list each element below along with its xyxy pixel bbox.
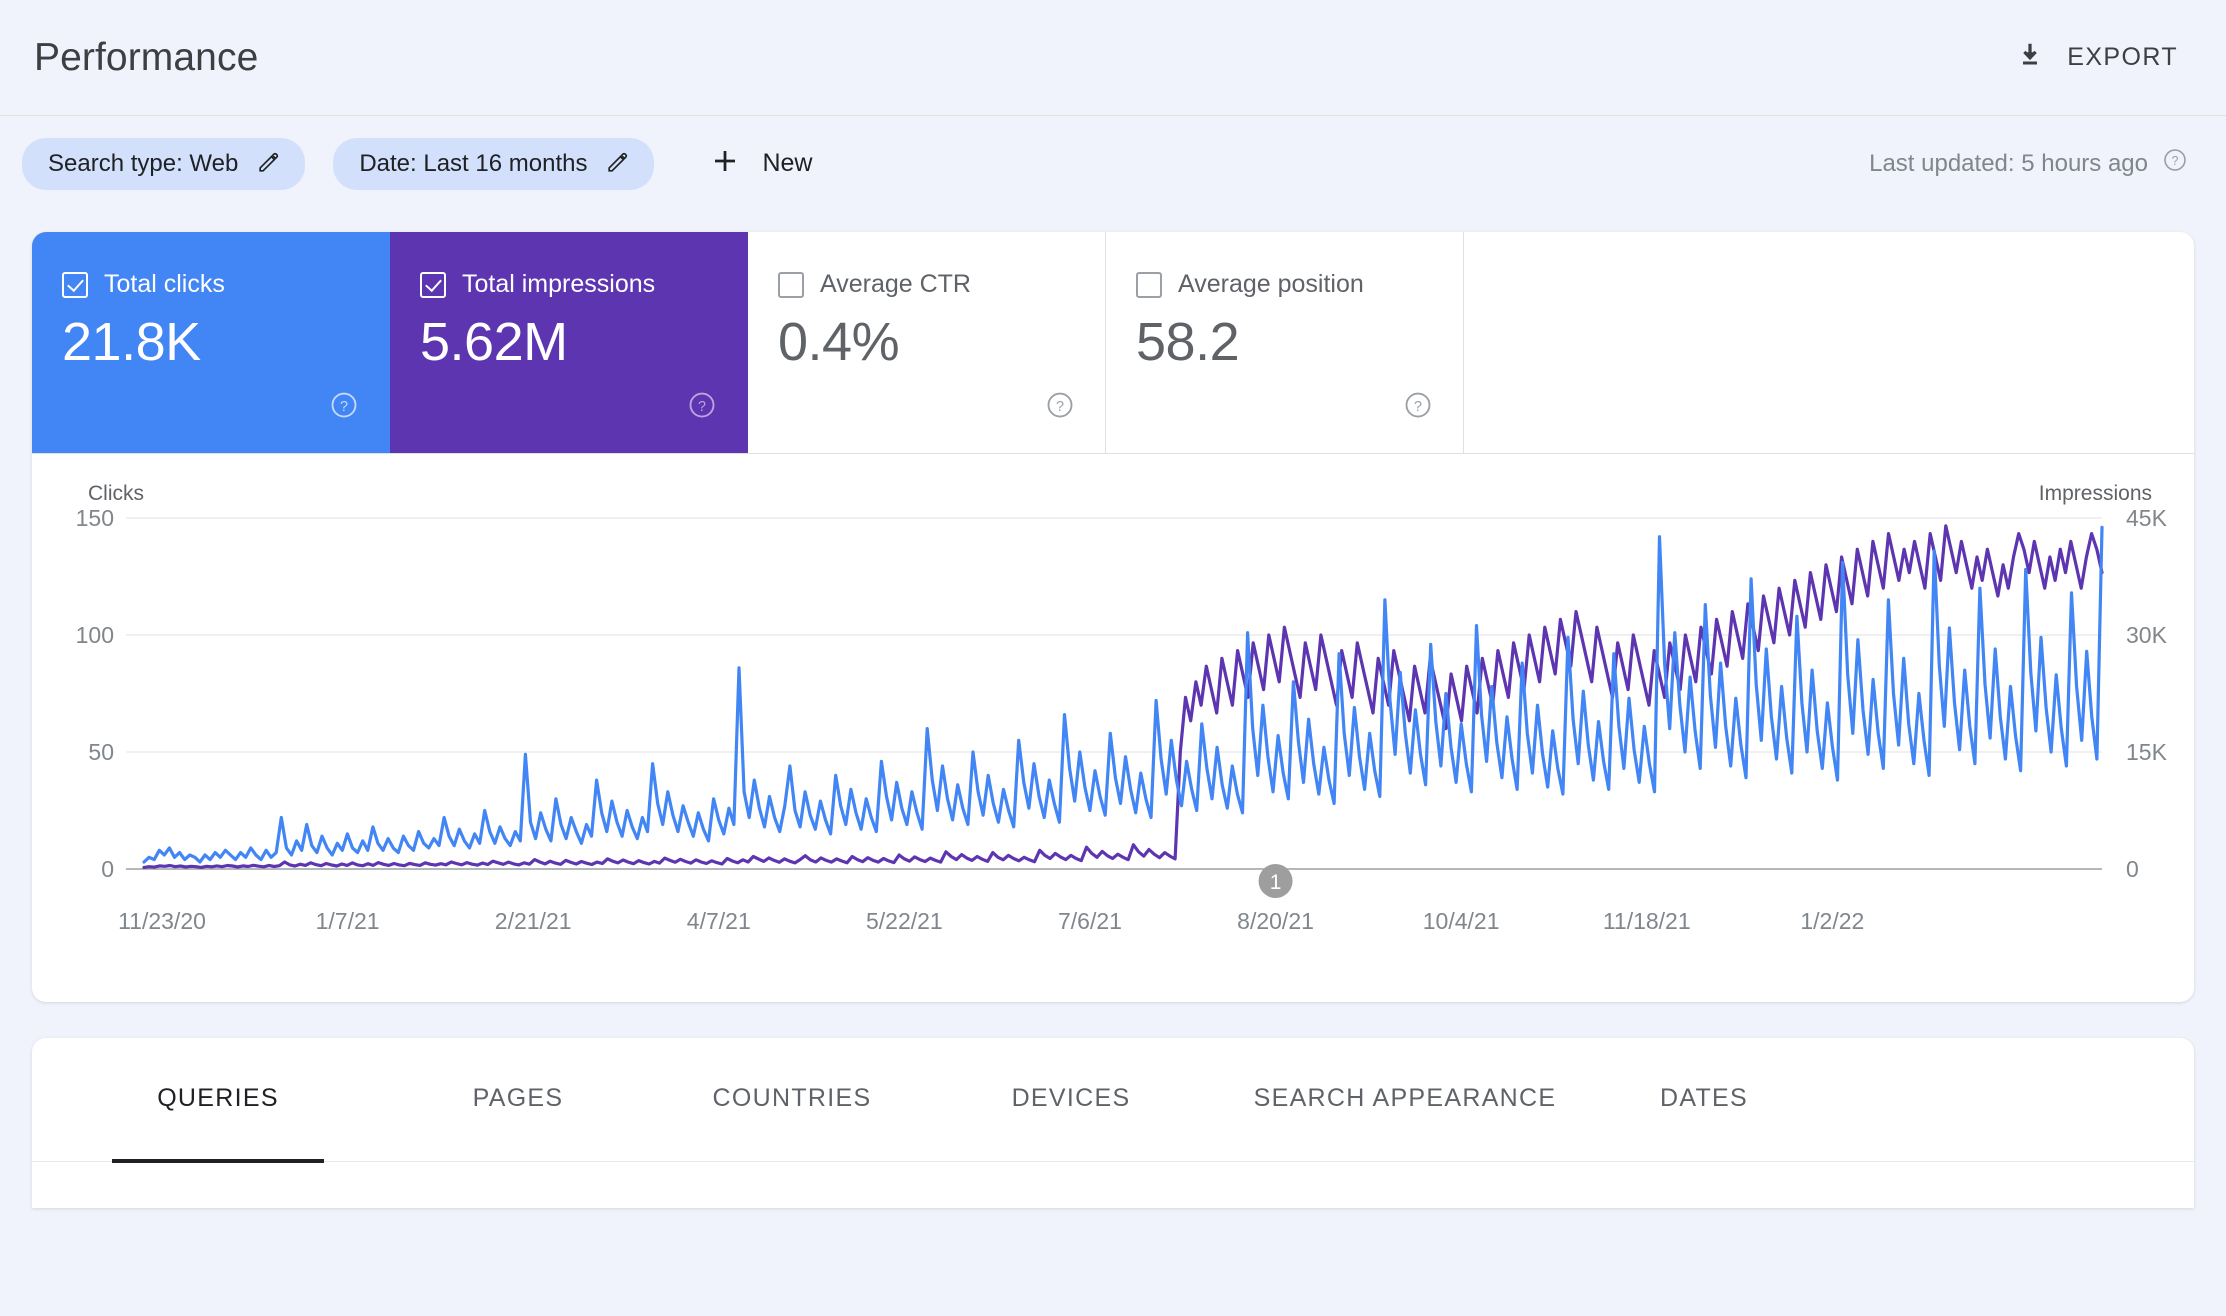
x-axis-tick: 2/21/21: [495, 908, 572, 934]
tab-devices[interactable]: DEVICES: [960, 1084, 1182, 1162]
y-axis-tick-left: 100: [76, 622, 114, 648]
metric-average-ctr-label: Average CTR: [820, 270, 971, 299]
x-axis-tick: 1/2/22: [1800, 908, 1864, 934]
help-circle-icon[interactable]: ?: [1403, 390, 1433, 425]
tab-search-appearance[interactable]: SEARCH APPEARANCE: [1260, 1084, 1550, 1162]
filter-chip-search-type[interactable]: Search type: Web: [22, 138, 305, 190]
metric-total-clicks-label: Total clicks: [104, 270, 225, 299]
y-axis-tick-right: 0: [2126, 856, 2139, 882]
page-header: Performance EXPORT: [0, 0, 2226, 116]
tab-label: COUNTRIES: [713, 1084, 872, 1113]
last-updated-label: Last updated: 5 hours ago: [1869, 150, 2148, 178]
last-updated: Last updated: 5 hours ago ?: [1869, 147, 2188, 180]
svg-text:?: ?: [2172, 154, 2179, 168]
help-circle-icon[interactable]: ?: [687, 390, 717, 425]
chart-left-axis-title: Clicks: [88, 482, 144, 506]
pencil-icon[interactable]: [256, 150, 281, 180]
metric-total-impressions[interactable]: Total impressions 5.62M ?: [390, 232, 748, 453]
checkbox-average-ctr[interactable]: [778, 272, 804, 298]
metric-average-ctr-value: 0.4%: [778, 313, 1075, 372]
y-axis-tick-left: 50: [88, 739, 114, 765]
tab-pages[interactable]: PAGES: [414, 1084, 622, 1162]
svg-text:?: ?: [698, 399, 706, 415]
help-circle-icon[interactable]: ?: [1045, 390, 1075, 425]
metric-header: Average position: [1136, 270, 1433, 299]
help-circle-icon[interactable]: ?: [329, 390, 359, 425]
pencil-icon[interactable]: [605, 150, 630, 180]
metric-total-clicks-value: 21.8K: [62, 313, 359, 372]
metric-header: Average CTR: [778, 270, 1075, 299]
y-axis-tick-left: 150: [76, 505, 114, 531]
checkbox-average-position[interactable]: [1136, 272, 1162, 298]
new-filter-label: New: [762, 149, 812, 178]
tab-label: PAGES: [473, 1084, 564, 1113]
svg-text:?: ?: [340, 399, 348, 415]
x-axis-tick: 11/23/20: [118, 908, 206, 934]
metric-average-position-value: 58.2: [1136, 313, 1433, 372]
dimension-tabs-card: QUERIES PAGES COUNTRIES DEVICES SEARCH APPEA…: [32, 1038, 2194, 1208]
x-axis-tick: 5/22/21: [866, 908, 943, 934]
y-axis-tick-left: 0: [101, 856, 114, 882]
x-axis-tick: 10/4/21: [1423, 908, 1500, 934]
metric-average-position[interactable]: Average position 58.2 ?: [1106, 232, 1464, 453]
chart-line-total-clicks: [144, 527, 2102, 862]
tab-label: QUERIES: [157, 1084, 279, 1113]
metric-header: Total impressions: [420, 270, 717, 299]
filter-chip-date-label: Date: Last 16 months: [359, 150, 587, 178]
x-axis-tick: 7/6/21: [1058, 908, 1122, 934]
metric-tiles-filler: [1464, 232, 2194, 453]
filter-bar: Search type: Web Date: Last 16 months Ne…: [0, 116, 2226, 211]
help-circle-icon[interactable]: ?: [2162, 147, 2188, 180]
metric-total-impressions-label: Total impressions: [462, 270, 655, 299]
x-axis-tick: 11/18/21: [1603, 908, 1691, 934]
download-icon: [2015, 40, 2045, 75]
metric-total-impressions-value: 5.62M: [420, 313, 717, 372]
page-title: Performance: [34, 36, 258, 80]
y-axis-tick-right: 15K: [2126, 739, 2168, 765]
chart-annotation-badge[interactable]: 1: [1259, 864, 1293, 898]
chart-svg[interactable]: 0 50 100 150 0 15K 30K 45K 11/23/20 1/7/21 2/21/21…: [32, 454, 2194, 1002]
x-axis-tick: 1/7/21: [316, 908, 380, 934]
annotation-label: 1: [1270, 871, 1282, 894]
tab-label: SEARCH APPEARANCE: [1254, 1084, 1557, 1113]
svg-text:?: ?: [1414, 399, 1422, 415]
y-axis-tick-right: 45K: [2126, 505, 2168, 531]
export-button[interactable]: EXPORT: [2005, 32, 2188, 83]
export-label: EXPORT: [2067, 43, 2178, 72]
plus-icon: [710, 146, 740, 181]
tab-label: DATES: [1660, 1084, 1748, 1113]
svg-text:?: ?: [1056, 399, 1064, 415]
metric-average-position-label: Average position: [1178, 270, 1364, 299]
tab-label: DEVICES: [1012, 1084, 1131, 1113]
filter-chip-search-type-label: Search type: Web: [48, 150, 238, 178]
metric-header: Total clicks: [62, 270, 359, 299]
x-axis-tick: 8/20/21: [1237, 908, 1314, 934]
performance-chart: Clicks Impressions 050100150015K30K45K11…: [32, 454, 2194, 1002]
chart-line-total-impressions: [144, 526, 2102, 868]
checkbox-total-impressions[interactable]: [420, 272, 446, 298]
metric-average-ctr[interactable]: Average CTR 0.4% ?: [748, 232, 1106, 453]
chart-right-axis-title: Impressions: [2039, 482, 2152, 506]
y-axis-tick-right: 30K: [2126, 622, 2168, 648]
tab-queries[interactable]: QUERIES: [112, 1084, 324, 1162]
tab-countries[interactable]: COUNTRIES: [676, 1084, 908, 1162]
new-filter-button[interactable]: New: [692, 138, 830, 190]
tab-dates[interactable]: DATES: [1600, 1084, 1808, 1162]
metric-total-clicks[interactable]: Total clicks 21.8K ?: [32, 232, 390, 453]
checkbox-total-clicks[interactable]: [62, 272, 88, 298]
dimension-tabs: QUERIES PAGES COUNTRIES DEVICES SEARCH APPEA…: [32, 1038, 2194, 1162]
metric-tiles: Total clicks 21.8K ? Total impressions 5…: [32, 232, 2194, 454]
filter-chip-date[interactable]: Date: Last 16 months: [333, 138, 654, 190]
performance-card: Total clicks 21.8K ? Total impressions 5…: [32, 232, 2194, 1002]
x-axis-tick: 4/7/21: [687, 908, 751, 934]
